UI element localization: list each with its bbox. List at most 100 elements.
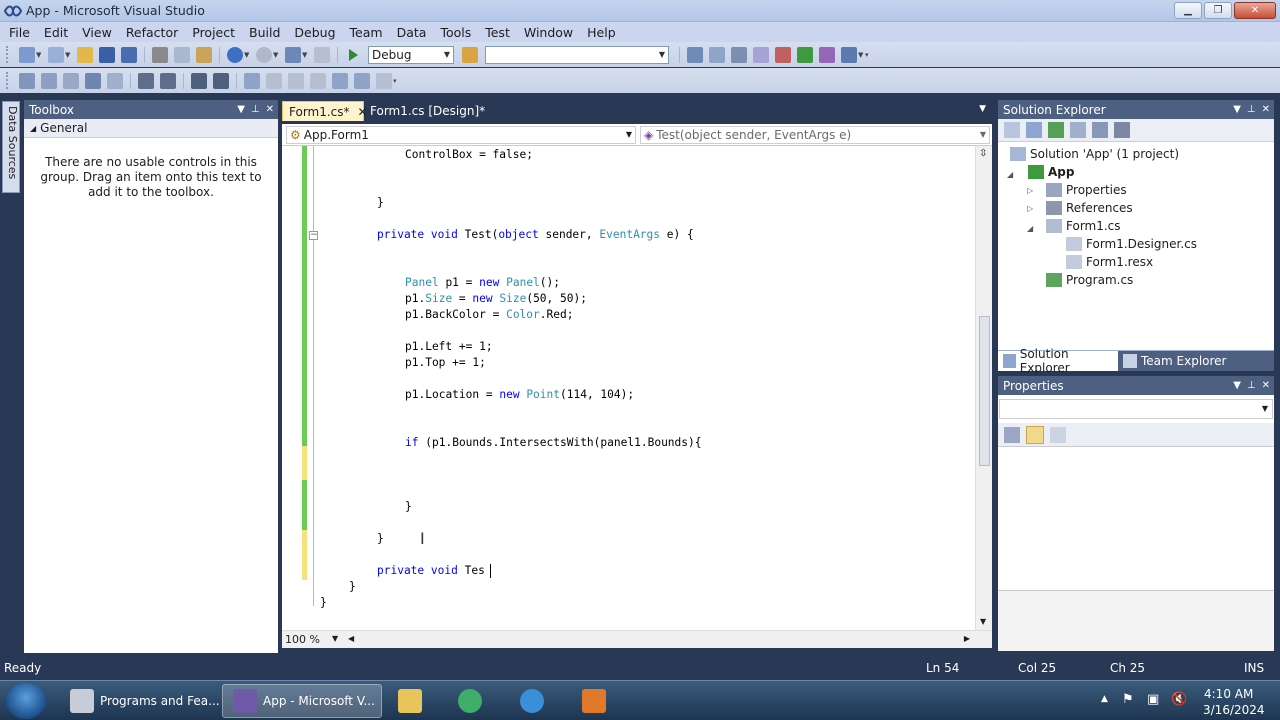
display-object-members-icon[interactable] xyxy=(19,72,35,89)
tab-form1-cs[interactable]: Form1.cs* ✕ xyxy=(282,101,368,121)
menu-file[interactable]: File xyxy=(4,25,35,40)
taskbar-media-player[interactable] xyxy=(448,684,498,718)
undo-icon[interactable] xyxy=(227,46,243,63)
window-position-icon[interactable]: ▼ xyxy=(1233,104,1241,115)
collapse-region-icon[interactable]: − xyxy=(309,231,318,240)
minimize-button[interactable]: ▁ xyxy=(1174,2,1202,19)
solution-configuration-combo[interactable]: Debug ▼ xyxy=(368,45,454,64)
menu-window[interactable]: Window xyxy=(519,25,578,40)
properties-icon[interactable] xyxy=(1004,122,1020,138)
previous-bookmark-icon[interactable] xyxy=(266,72,282,89)
outline-icon[interactable] xyxy=(107,72,123,89)
error-list-icon[interactable] xyxy=(775,46,791,63)
find-in-files-icon[interactable] xyxy=(462,46,478,63)
display-quick-info-icon[interactable] xyxy=(63,72,79,89)
add-item-icon[interactable] xyxy=(48,46,64,63)
collapsed-triangle-icon[interactable]: ▷ xyxy=(1027,186,1033,195)
new-project-icon[interactable] xyxy=(19,46,35,63)
tree-node-references[interactable]: References xyxy=(1046,199,1133,217)
extension-manager-icon[interactable] xyxy=(819,46,835,63)
toolbar-grip-2[interactable] xyxy=(6,72,10,89)
show-hidden-icons-icon[interactable]: ▲ xyxy=(1101,694,1108,704)
categorized-icon[interactable] xyxy=(1004,426,1020,443)
next-bookmark-icon[interactable] xyxy=(288,72,304,89)
clock-time[interactable]: 4:10 AM xyxy=(1204,687,1253,701)
toolbar-overflow-icon-2[interactable]: ▾ xyxy=(393,77,399,85)
clear-bookmarks-icon[interactable] xyxy=(376,72,392,89)
paste-icon[interactable] xyxy=(196,46,212,63)
alphabetical-icon[interactable] xyxy=(1026,425,1044,444)
class-diagram-icon[interactable] xyxy=(1114,122,1130,138)
show-all-files-icon[interactable] xyxy=(1026,122,1042,138)
tree-node-form1-designer[interactable]: Form1.Designer.cs xyxy=(1066,235,1197,253)
copy-icon[interactable] xyxy=(174,46,190,63)
refresh-icon[interactable] xyxy=(1048,122,1064,138)
next-bookmark-folder-icon[interactable] xyxy=(332,72,348,89)
start-debugging-icon[interactable] xyxy=(345,47,361,63)
navigate-backward-icon[interactable] xyxy=(285,46,301,63)
object-selector-combo[interactable]: ▼ xyxy=(999,399,1273,419)
menu-data[interactable]: Data xyxy=(392,25,432,40)
expanded-triangle-icon[interactable]: ◢ xyxy=(1007,170,1013,179)
tree-node-project[interactable]: App xyxy=(1028,163,1074,181)
redo-icon[interactable] xyxy=(256,46,272,63)
clock-date[interactable]: 3/16/2024 xyxy=(1203,703,1265,717)
network-icon[interactable]: ▣ xyxy=(1147,692,1159,707)
view-designer-icon[interactable] xyxy=(1092,122,1108,138)
toolbox-group-general[interactable]: ◢ General xyxy=(24,119,278,138)
auto-hide-pin-icon[interactable]: ⊥ xyxy=(251,104,260,115)
previous-bookmark-document-icon[interactable] xyxy=(354,72,370,89)
cut-icon[interactable] xyxy=(152,46,168,63)
save-icon[interactable] xyxy=(99,46,115,63)
taskbar-explorer[interactable] xyxy=(388,684,438,718)
display-parameter-info-icon[interactable] xyxy=(41,72,57,89)
scroll-thumb[interactable] xyxy=(979,316,990,466)
close-window-button[interactable]: ✕ xyxy=(1234,2,1276,19)
tree-node-program[interactable]: Program.cs xyxy=(1046,271,1133,289)
menu-help[interactable]: Help xyxy=(582,25,621,40)
comment-out-icon[interactable] xyxy=(191,72,207,89)
taskbar-visual-studio[interactable]: App - Microsoft V... xyxy=(222,684,382,718)
find-combo[interactable]: ▼ xyxy=(485,45,669,64)
menu-tools[interactable]: Tools xyxy=(435,25,476,40)
toolbar-overflow-icon[interactable]: ▾ xyxy=(865,51,871,59)
toggle-bookmark-icon[interactable] xyxy=(244,72,260,89)
start-button[interactable] xyxy=(6,683,46,719)
navigate-forward-icon[interactable] xyxy=(314,46,330,63)
command-window-icon[interactable] xyxy=(841,46,857,63)
tree-node-properties[interactable]: Properties xyxy=(1046,181,1127,199)
split-handle-icon[interactable]: ⇳ xyxy=(979,148,987,159)
collapsed-triangle-icon[interactable]: ▷ xyxy=(1027,204,1033,213)
menu-edit[interactable]: Edit xyxy=(39,25,73,40)
scroll-right-icon[interactable]: ▶ xyxy=(964,634,970,643)
taskbar-media-center[interactable] xyxy=(572,684,622,718)
menu-team[interactable]: Team xyxy=(345,25,388,40)
increase-indent-icon[interactable] xyxy=(160,72,176,89)
uncomment-icon[interactable] xyxy=(213,72,229,89)
window-position-icon[interactable]: ▼ xyxy=(1233,380,1241,391)
property-pages-icon[interactable] xyxy=(1050,426,1066,443)
toolbox-icon[interactable] xyxy=(753,46,769,63)
action-center-flag-icon[interactable]: ⚑ xyxy=(1122,692,1134,707)
taskbar-programs-and-features[interactable]: Programs and Fea... xyxy=(60,684,220,718)
complete-word-icon[interactable] xyxy=(85,72,101,89)
menu-refactor[interactable]: Refactor xyxy=(121,25,183,40)
auto-hide-pin-icon[interactable]: ⊥ xyxy=(1247,104,1256,115)
menu-build[interactable]: Build xyxy=(244,25,285,40)
menu-test[interactable]: Test xyxy=(480,25,515,40)
object-browser-icon[interactable] xyxy=(731,46,747,63)
members-combo[interactable]: ◈ Test(object sender, EventArgs e) ▼ xyxy=(640,126,990,144)
taskbar-internet-explorer[interactable] xyxy=(510,684,560,718)
close-icon[interactable]: ✕ xyxy=(266,104,274,115)
view-code-icon[interactable] xyxy=(1070,122,1086,138)
zoom-level[interactable]: 100 % xyxy=(285,633,320,646)
tab-solution-explorer[interactable]: Solution Explorer xyxy=(998,347,1118,375)
close-icon[interactable]: ✕ xyxy=(1262,104,1270,115)
active-files-dropdown-icon[interactable]: ▼ xyxy=(979,104,986,114)
expanded-triangle-icon[interactable]: ◢ xyxy=(1027,224,1033,233)
open-folder-icon[interactable] xyxy=(77,46,93,63)
previous-bookmark-folder-icon[interactable] xyxy=(310,72,326,89)
tree-node-solution[interactable]: Solution 'App' (1 project) xyxy=(1010,145,1179,163)
solution-explorer-icon[interactable] xyxy=(687,46,703,63)
restore-button[interactable]: ❐ xyxy=(1204,2,1232,19)
